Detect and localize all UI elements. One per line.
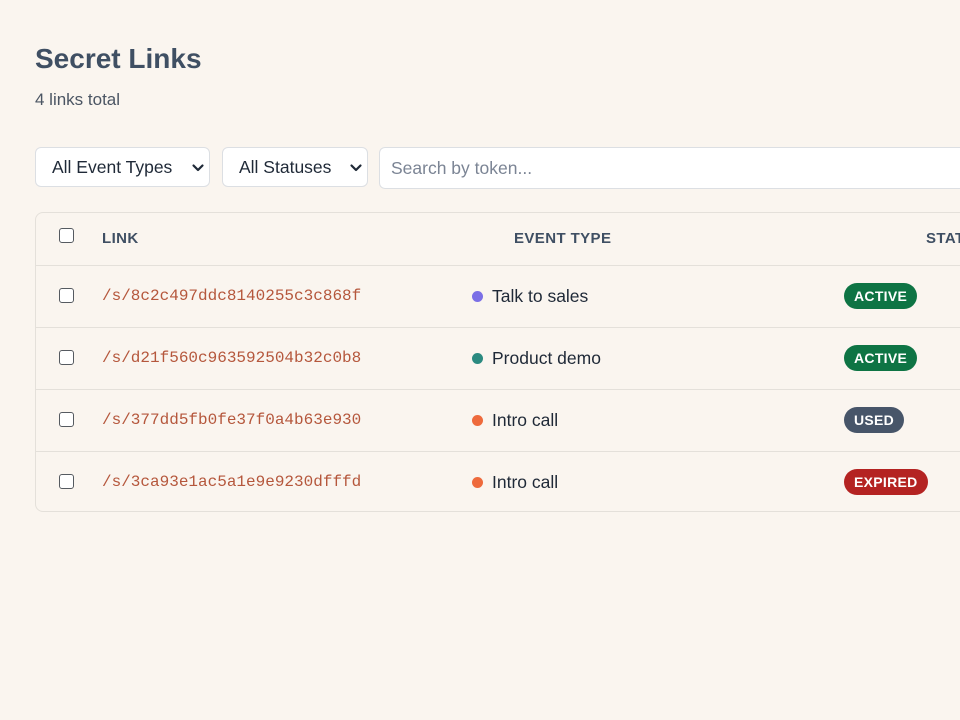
dot-icon (472, 291, 483, 302)
filter-bar: All Event Types All Statuses (35, 147, 960, 189)
link-token[interactable]: /s/d21f560c963592504b32c0b8 (102, 348, 361, 368)
select-all-checkbox[interactable] (59, 228, 74, 243)
table-row: /s/377dd5fb0fe37f0a4b63e930 Intro call U… (36, 390, 960, 452)
link-token[interactable]: /s/8c2c497ddc8140255c3c868f (102, 286, 361, 306)
chevron-down-icon (350, 164, 362, 172)
event-type-label: Intro call (492, 410, 559, 430)
table-row: /s/d21f560c963592504b32c0b8 Product demo… (36, 328, 960, 390)
event-type-label: Product demo (492, 348, 601, 368)
status-filter-value: All Statuses (239, 157, 332, 177)
status-badge: EXPIRED (844, 469, 928, 495)
table-row: /s/8c2c497ddc8140255c3c868f Talk to sale… (36, 266, 960, 328)
links-count: 4 links total (35, 90, 121, 109)
page-title: Secret Links (35, 43, 202, 74)
row-checkbox[interactable] (59, 288, 74, 303)
row-checkbox[interactable] (59, 474, 74, 489)
link-token[interactable]: /s/377dd5fb0fe37f0a4b63e930 (102, 410, 361, 430)
status-badge: ACTIVE (844, 283, 918, 309)
link-token[interactable]: /s/3ca93e1ac5a1e9e9230dfffd (102, 472, 361, 492)
dot-icon (472, 477, 483, 488)
links-table: LINK EVENT TYPE STATUS /s/8c2c497ddc8140… (35, 212, 960, 512)
chevron-down-icon (192, 164, 204, 172)
column-header-event-type[interactable]: EVENT TYPE (514, 230, 611, 248)
event-type-filter[interactable]: All Event Types (35, 147, 210, 187)
table-header: LINK EVENT TYPE STATUS (36, 213, 960, 266)
status-badge: USED (844, 407, 905, 433)
event-type-label: Talk to sales (492, 286, 589, 306)
status-filter[interactable]: All Statuses (222, 147, 368, 187)
secret-links-page: Secret Links 4 links total All Event Typ… (35, 0, 960, 720)
table-row: /s/3ca93e1ac5a1e9e9230dfffd Intro call E… (36, 452, 960, 514)
column-header-status[interactable]: STATUS (926, 230, 960, 248)
token-search-input[interactable] (379, 147, 960, 189)
event-type-filter-value: All Event Types (52, 157, 173, 177)
dot-icon (472, 415, 483, 426)
row-checkbox[interactable] (59, 412, 74, 427)
row-checkbox[interactable] (59, 350, 74, 365)
status-badge: ACTIVE (844, 345, 918, 371)
column-header-link[interactable]: LINK (102, 230, 139, 248)
event-type-label: Intro call (492, 472, 559, 492)
dot-icon (472, 353, 483, 364)
